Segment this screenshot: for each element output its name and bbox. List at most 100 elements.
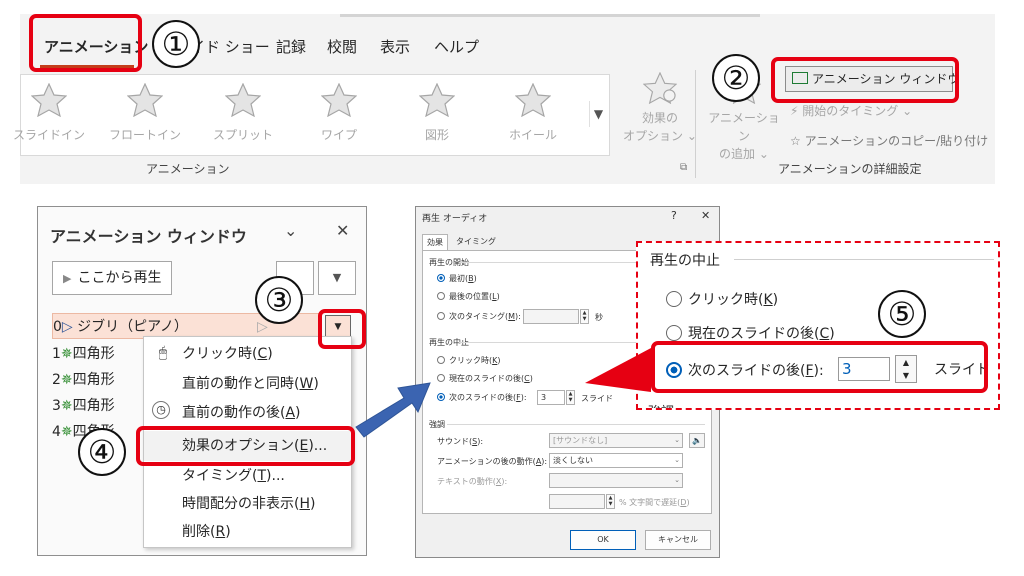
slides-unit: スライド <box>581 394 613 403</box>
play-trigger-icon: ▷ <box>61 319 73 335</box>
star-icon <box>418 82 456 118</box>
radio-from-time[interactable]: 次のタイミング(M): <box>437 311 521 322</box>
chevron-down-icon[interactable]: ⌄ <box>284 221 297 240</box>
callout-stop-after-slides <box>651 341 988 393</box>
tab-view[interactable]: 表示 <box>380 30 410 64</box>
radio-icon <box>437 274 445 282</box>
effect-label: スプリット <box>212 128 273 142</box>
tab-help[interactable]: ヘルプ <box>434 30 479 64</box>
sound-select[interactable]: [サウンドなし] ⌄ <box>549 433 683 448</box>
after-animation-label: アニメーションの後の動作(A): <box>437 457 548 466</box>
delay-input[interactable] <box>549 494 605 509</box>
radio-stop-on-click[interactable]: クリック時(K) <box>437 355 501 366</box>
step-5-badge: ⑤ <box>878 290 926 338</box>
play-icon: ▶ <box>63 272 72 285</box>
list-item[interactable]: 3✵四角形 <box>52 393 115 419</box>
volume-icon[interactable]: 🔈 <box>689 433 705 448</box>
effect-options-label: 効果の <box>641 111 678 125</box>
effect-label: 図形 <box>424 128 449 142</box>
menu-item-timing[interactable]: タイミング(T)... <box>182 462 285 490</box>
effect-options-button[interactable]: 効果の オプション ⌄ <box>620 71 700 145</box>
effect-shape[interactable]: 図形 <box>391 82 483 143</box>
close-icon[interactable]: ✕ <box>701 209 710 222</box>
step-3-badge: ③ <box>255 276 303 324</box>
menu-item-hide-timeline[interactable]: 時間配分の非表示(H) <box>182 490 315 518</box>
tab-effect[interactable]: 効果 <box>422 234 448 250</box>
list-item[interactable]: 2✵四角形 <box>52 367 115 393</box>
zoom-section-enhancements: 強調 <box>648 401 674 408</box>
star-icon <box>30 82 68 118</box>
radio-icon <box>666 325 682 341</box>
animate-text-select[interactable]: ⌄ <box>549 473 683 488</box>
divider <box>447 424 705 425</box>
step-1-badge: ① <box>152 20 200 68</box>
after-animation-select[interactable]: 淡くしない ⌄ <box>549 453 683 468</box>
menu-item-with-previous[interactable]: 直前の動作と同時(W) <box>182 370 319 398</box>
start-time-input[interactable] <box>523 309 579 324</box>
radio-icon <box>666 291 682 307</box>
animate-text-label: テキストの動作(X): <box>437 477 508 486</box>
animation-gallery: スライドイン フロートイン スプリット ワイプ 図形 ホイール ▼ <box>13 74 610 156</box>
ok-button[interactable]: OK <box>570 530 636 550</box>
radio-stop-after-current[interactable]: 現在のスライドの後(C) <box>437 373 533 384</box>
menu-item-after-previous[interactable]: 直前の動作の後(A) <box>182 399 301 427</box>
star-icon <box>514 82 552 118</box>
chevron-down-icon: ⌄ <box>674 476 680 484</box>
dialog-launcher-icon[interactable]: ⧉ <box>680 162 687 173</box>
radio-icon <box>437 356 445 364</box>
radio-icon <box>437 292 445 300</box>
cancel-button[interactable]: キャンセル <box>645 530 711 550</box>
close-icon[interactable]: ✕ <box>336 221 349 240</box>
group-label-advanced: アニメーションの詳細設定 <box>778 162 922 176</box>
tab-review[interactable]: 校閲 <box>327 30 357 64</box>
star-gear-icon <box>642 71 678 105</box>
effect-fly-in[interactable]: スライドイン <box>3 82 95 143</box>
burst-star-icon: ✵ <box>60 424 73 440</box>
add-animation-label-2: の追加 ⌄ <box>719 147 769 161</box>
slides-count-spinner[interactable]: ▲ ▼ <box>566 390 575 405</box>
animation-painter-button[interactable]: ☆ アニメーションのコピー/貼り付け <box>790 132 988 149</box>
effect-label: ワイプ <box>320 128 357 142</box>
section-enhancements: 強調 <box>429 420 445 429</box>
zoom-radio-after-current[interactable]: 現在のスライドの後(C) <box>666 323 835 343</box>
effect-float-in[interactable]: フロートイン <box>99 82 191 143</box>
gallery-more-icon[interactable]: ▼ <box>589 101 607 127</box>
help-icon[interactable]: ? <box>671 209 677 222</box>
effect-wheel[interactable]: ホイール <box>487 82 579 143</box>
radio-from-beginning[interactable]: 最初(B) <box>437 273 477 284</box>
group-label-animation: アニメーション <box>146 162 230 176</box>
slides-count-input[interactable]: 3 <box>537 390 565 405</box>
effect-wipe[interactable]: ワイプ <box>293 82 385 143</box>
star-icon <box>224 82 262 118</box>
delay-spinner[interactable]: ▲ ▼ <box>606 494 615 509</box>
callout-animation-pane-button <box>771 57 959 103</box>
tab-record[interactable]: 記録 <box>276 30 306 64</box>
list-item[interactable]: 1✵四角形 <box>52 341 115 367</box>
add-animation-label: アニメーション <box>708 111 780 143</box>
effect-options-label-2: オプション ⌄ <box>623 129 697 143</box>
sound-label: サウンド(S): <box>437 437 484 446</box>
move-down-button[interactable]: ▼ <box>318 261 356 295</box>
zoom-section-stop: 再生の中止 <box>650 253 720 269</box>
ribbon-separator <box>695 70 696 178</box>
step-2-badge: ② <box>712 54 760 102</box>
trigger-button[interactable]: ⚡ 開始のタイミング ⌄ <box>790 102 912 119</box>
effect-split[interactable]: スプリット <box>197 82 289 143</box>
menu-item-remove[interactable]: 削除(R) <box>182 518 231 546</box>
zoom-radio-on-click[interactable]: クリック時(K) <box>666 289 778 309</box>
step-4-badge: ④ <box>78 428 126 476</box>
radio-stop-after-slides[interactable]: 次のスライドの後(F): <box>437 392 527 403</box>
play-from-button[interactable]: ▶ ここから再生 <box>52 261 172 295</box>
chevron-down-icon: ⌄ <box>674 456 680 464</box>
tab-timing[interactable]: タイミング <box>452 234 500 250</box>
radio-from-last-position[interactable]: 最後の位置(L) <box>437 291 500 302</box>
effect-label: ホイール <box>508 128 557 142</box>
start-time-spinner[interactable]: ▲ ▼ <box>580 309 589 324</box>
burst-star-icon: ✵ <box>60 398 73 414</box>
callout-animations-tab <box>29 14 142 72</box>
delay-label: % 文字間で遅延(D) <box>619 498 690 507</box>
menu-item-on-click[interactable]: クリック時(C) <box>182 340 273 368</box>
ribbon-top-border <box>340 14 760 17</box>
burst-star-icon: ✵ <box>60 346 73 362</box>
effect-label: フロートイン <box>108 128 181 142</box>
